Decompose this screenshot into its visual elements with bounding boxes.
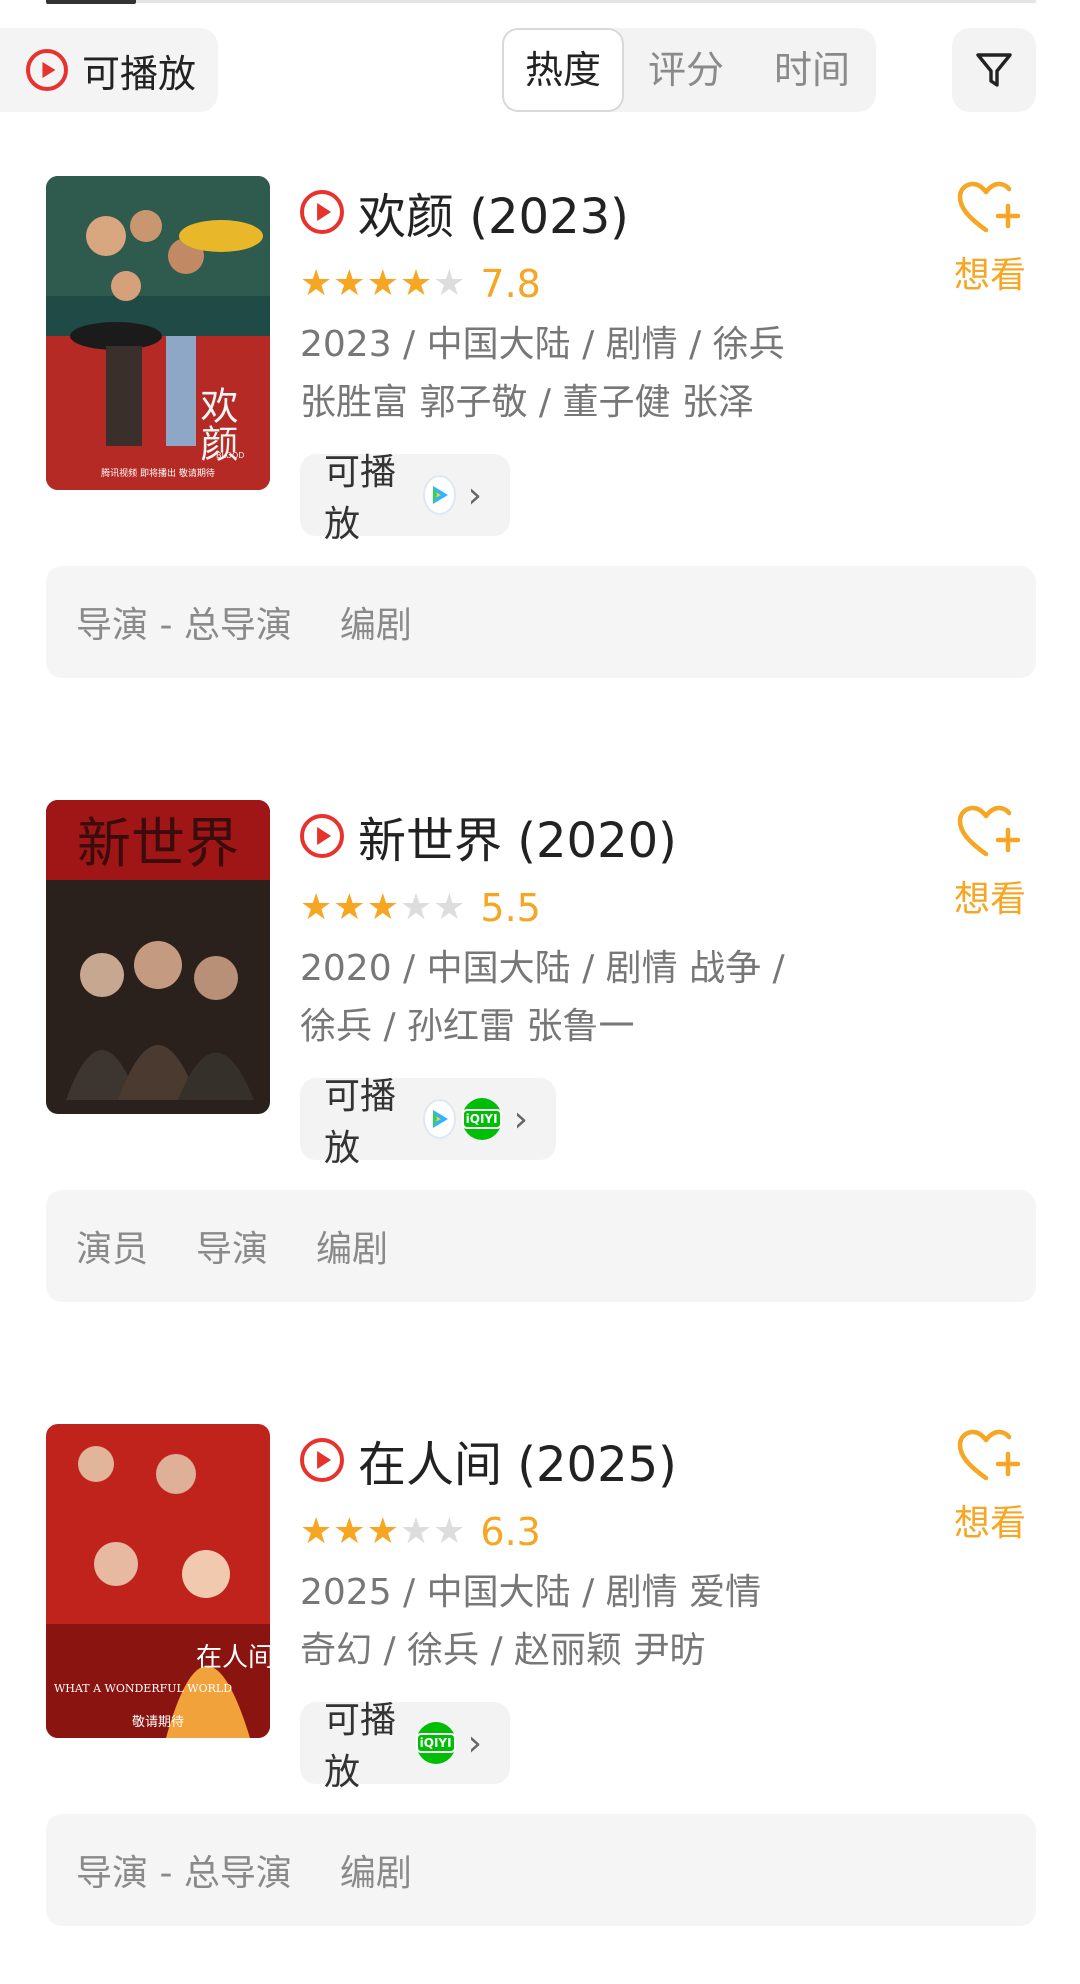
chevron-right-icon: › xyxy=(513,1098,528,1140)
meta-line: 2023 / 中国大陆 / 剧情 / 徐兵 xyxy=(300,324,785,365)
movie-card[interactable]: 新世界 新世界 (2020) ★ ★ ★ ★ ★ 5.5 2020 / 中国大陆… xyxy=(0,800,1080,1360)
playable-chip[interactable]: 可播放 iQIYI › xyxy=(300,1076,556,1169)
filter-button[interactable] xyxy=(952,28,1036,112)
heart-plus-icon xyxy=(957,181,1021,233)
movie-title[interactable]: 在人间 (2025) xyxy=(358,1425,677,1495)
movie-title[interactable]: 新世界 (2020) xyxy=(358,801,677,871)
movie-meta: 2023 / 中国大陆 / 剧情 / 徐兵 张胜富 郭子敬 / 董子健 张泽 xyxy=(300,316,820,432)
iqiyi-icon: iQIYI xyxy=(461,1098,502,1140)
crew-role[interactable]: 导演 xyxy=(196,1220,268,1272)
crew-role[interactable]: 编剧 xyxy=(340,596,412,648)
tencent-video-icon xyxy=(422,475,456,515)
playable-filter-label: 可播放 xyxy=(82,51,197,96)
play-icon xyxy=(300,814,344,858)
want-to-watch-button[interactable]: 想看 xyxy=(948,180,1032,298)
crew-role-bar: 导演 - 总导演 编剧 xyxy=(46,1814,1036,1926)
svg-text:在人间: 在人间 xyxy=(196,1643,270,1673)
movie-title[interactable]: 欢颜 (2023) xyxy=(358,177,629,247)
playable-chip-label: 可播放 xyxy=(324,1076,397,1169)
playable-chip-label: 可播放 xyxy=(324,452,397,545)
heart-plus-icon xyxy=(957,1429,1021,1481)
star-icon: ★ xyxy=(300,263,333,304)
playable-filter-button[interactable]: 可播放 xyxy=(0,28,218,112)
star-icon: ★ xyxy=(399,1511,433,1552)
meta-line: 2025 / 中国大陆 / 剧情 爱情 xyxy=(300,1572,762,1613)
want-to-watch-button[interactable]: 想看 xyxy=(948,804,1032,922)
rating-score: 7.8 xyxy=(480,262,541,306)
tencent-video-icon xyxy=(422,1099,456,1139)
rating-score: 6.3 xyxy=(480,1510,541,1554)
play-icon xyxy=(26,49,68,91)
poster-image: 新世界 xyxy=(46,800,270,1114)
filter-toolbar: 可播放 热度 评分 时间 xyxy=(0,28,1080,112)
star-icon: ★ xyxy=(333,263,366,304)
playable-chip[interactable]: 可播放 › xyxy=(300,452,510,545)
poster-image: 欢颜 BLOOD 腾讯视频 即将播出 敬请期待 xyxy=(46,176,270,490)
crew-role[interactable]: 导演 - 总导演 xyxy=(76,1844,292,1896)
movie-poster[interactable]: 新世界 xyxy=(46,800,270,1114)
svg-text:敬请期待: 敬请期待 xyxy=(132,1714,184,1730)
crew-role-bar: 导演 - 总导演 编剧 xyxy=(46,566,1036,678)
movie-meta: 2020 / 中国大陆 / 剧情 战争 / 徐兵 / 孙红雷 张鲁一 xyxy=(300,940,820,1056)
svg-text:WHAT A WONDERFUL WORLD: WHAT A WONDERFUL WORLD xyxy=(54,1682,232,1695)
crew-role[interactable]: 编剧 xyxy=(340,1844,412,1896)
movie-card[interactable]: 欢颜 BLOOD 腾讯视频 即将播出 敬请期待 欢颜 (2023) ★ ★ ★ … xyxy=(0,176,1080,736)
title-row: 欢颜 (2023) xyxy=(300,177,629,247)
star-icon: ★ xyxy=(399,263,433,304)
svg-text:新世界: 新世界 xyxy=(77,812,239,875)
title-row: 新世界 (2020) xyxy=(300,801,677,871)
heart-plus-icon xyxy=(957,805,1021,857)
sort-tab-rating[interactable]: 评分 xyxy=(626,28,746,112)
star-icon: ★ xyxy=(366,1511,399,1552)
top-divider xyxy=(46,0,1036,3)
chevron-right-icon: › xyxy=(467,474,482,516)
title-row: 在人间 (2025) xyxy=(300,1425,677,1495)
svg-text:腾讯视频 即将播出 敬请期待: 腾讯视频 即将播出 敬请期待 xyxy=(101,467,215,479)
star-icon: ★ xyxy=(433,263,466,304)
crew-role-bar: 演员 导演 编剧 xyxy=(46,1190,1036,1302)
play-icon xyxy=(300,190,344,234)
movie-poster[interactable]: 在人间 WHAT A WONDERFUL WORLD 敬请期待 xyxy=(46,1424,270,1738)
sort-tabs: 热度 评分 时间 xyxy=(502,28,876,112)
svg-text:BLOOD: BLOOD xyxy=(216,451,244,460)
meta-line: 2020 / 中国大陆 / 剧情 战争 / xyxy=(300,948,785,989)
crew-role[interactable]: 编剧 xyxy=(316,1220,388,1272)
chevron-right-icon: › xyxy=(467,1722,482,1764)
movie-card[interactable]: 在人间 WHAT A WONDERFUL WORLD 敬请期待 在人间 (202… xyxy=(0,1424,1080,1984)
want-to-watch-label: 想看 xyxy=(953,1503,1026,1544)
star-icon: ★ xyxy=(366,887,399,928)
star-icon: ★ xyxy=(399,887,433,928)
crew-role[interactable]: 演员 xyxy=(76,1220,148,1272)
rating-row: ★ ★ ★ ★ ★ 7.8 xyxy=(300,260,541,308)
rating-row: ★ ★ ★ ★ ★ 5.5 xyxy=(300,884,541,932)
playable-chip[interactable]: 可播放 iQIYI › xyxy=(300,1700,510,1793)
want-to-watch-label: 想看 xyxy=(953,255,1026,296)
movie-poster[interactable]: 欢颜 BLOOD 腾讯视频 即将播出 敬请期待 xyxy=(46,176,270,490)
rating-score: 5.5 xyxy=(480,886,541,930)
star-icon: ★ xyxy=(433,1511,466,1552)
want-to-watch-label: 想看 xyxy=(953,879,1026,920)
crew-role[interactable]: 导演 - 总导演 xyxy=(76,596,292,648)
want-to-watch-button[interactable]: 想看 xyxy=(948,1428,1032,1546)
playable-chip-label: 可播放 xyxy=(324,1700,397,1793)
play-icon xyxy=(300,1438,344,1482)
star-icon: ★ xyxy=(300,887,333,928)
star-icon: ★ xyxy=(433,887,466,928)
star-icon: ★ xyxy=(300,1511,333,1552)
rating-row: ★ ★ ★ ★ ★ 6.3 xyxy=(300,1508,541,1556)
iqiyi-icon: iQIYI xyxy=(415,1722,456,1764)
meta-line: 徐兵 / 孙红雷 张鲁一 xyxy=(300,1006,635,1047)
poster-image: 在人间 WHAT A WONDERFUL WORLD 敬请期待 xyxy=(46,1424,270,1738)
meta-line: 奇幻 / 徐兵 / 赵丽颖 尹昉 xyxy=(300,1630,706,1671)
movie-meta: 2025 / 中国大陆 / 剧情 爱情 奇幻 / 徐兵 / 赵丽颖 尹昉 xyxy=(300,1564,820,1680)
funnel-icon xyxy=(976,53,1012,87)
sort-tab-time[interactable]: 时间 xyxy=(752,28,872,112)
sort-tab-heat[interactable]: 热度 xyxy=(502,28,624,112)
meta-line: 张胜富 郭子敬 / 董子健 张泽 xyxy=(300,382,754,423)
star-icon: ★ xyxy=(333,887,366,928)
star-icon: ★ xyxy=(366,263,399,304)
active-tab-indicator xyxy=(46,0,136,4)
star-icon: ★ xyxy=(333,1511,366,1552)
